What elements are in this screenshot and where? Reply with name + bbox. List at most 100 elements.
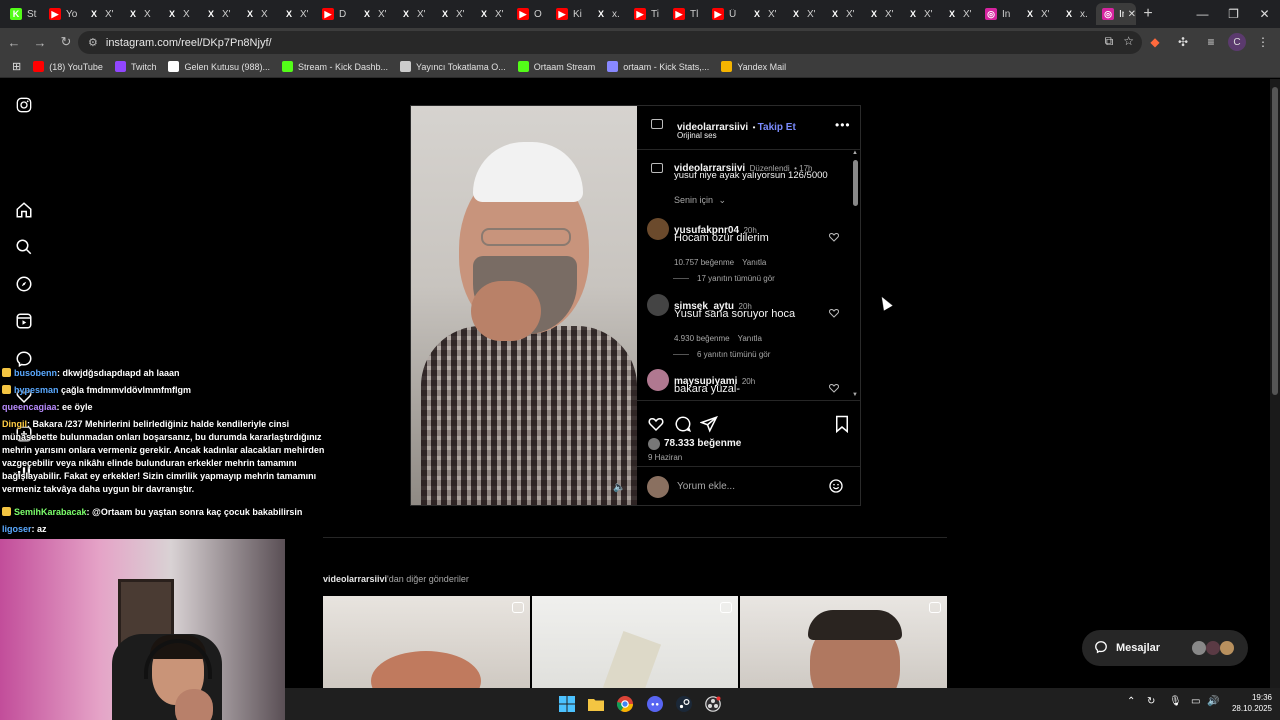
home-icon[interactable] — [14, 200, 34, 220]
chat-username[interactable]: Dingil — [2, 419, 27, 429]
instagram-logo-icon[interactable] — [14, 95, 34, 115]
comment-sort-dropdown[interactable]: Senin için ⌄ — [674, 195, 726, 206]
browser-tab[interactable]: X X' — [355, 3, 393, 25]
reply-button[interactable]: Yanıtla — [742, 258, 766, 267]
chat-username[interactable]: hypesman — [14, 385, 59, 395]
more-options-icon[interactable]: ••• — [835, 118, 851, 132]
browser-tab[interactable]: ▶ O — [511, 3, 549, 25]
browser-tab[interactable]: ▶ Ti — [628, 3, 666, 25]
grid-post-1[interactable] — [323, 596, 530, 688]
obs-icon[interactable] — [704, 695, 722, 713]
mute-speaker-icon[interactable]: 🔈 — [613, 482, 625, 493]
audio-label[interactable]: Orijinal ses — [677, 131, 717, 140]
grid-post-2[interactable] — [531, 596, 739, 688]
tray-network-icon[interactable]: ▭ — [1191, 696, 1200, 707]
chat-username[interactable]: ligoser — [2, 524, 32, 534]
browser-tab[interactable]: X X' — [394, 3, 432, 25]
site-info-icon[interactable]: ⚙ — [88, 36, 98, 49]
scroll-up-icon[interactable]: ▲ — [852, 150, 858, 156]
view-replies-button[interactable]: 17 yanıtın tümünü gör — [673, 274, 775, 283]
bookmark-item[interactable]: Twitch — [114, 61, 156, 72]
save-bookmark-icon[interactable] — [834, 415, 850, 438]
menu-kebab-icon[interactable]: ⋮ — [1252, 31, 1274, 53]
bookmark-item[interactable]: Stream - Kick Dashb... — [282, 61, 388, 72]
reload-icon[interactable]: ↻ — [54, 30, 78, 54]
explore-compass-icon[interactable] — [14, 274, 34, 294]
forward-arrow-icon[interactable]: → — [28, 30, 52, 54]
apps-grid-icon[interactable]: ⊞ — [12, 60, 21, 73]
total-likes[interactable]: 78.333 beğenme — [664, 438, 741, 449]
browser-tab[interactable]: ▶ Ü — [706, 3, 744, 25]
bookmark-item[interactable]: ortaam - Kick Stats,... — [607, 61, 709, 72]
browser-tab[interactable]: X X' — [823, 3, 861, 25]
browser-tab[interactable]: ▶ Yo — [43, 3, 81, 25]
comment-likes[interactable]: 4.930 beğenme — [674, 334, 730, 343]
scroll-down-icon[interactable]: ▼ — [852, 392, 858, 398]
chrome-icon[interactable] — [616, 695, 634, 713]
comment-bubble-icon[interactable] — [674, 415, 692, 438]
comment-avatar[interactable] — [647, 218, 669, 240]
back-arrow-icon[interactable]: ← — [2, 30, 26, 54]
close-tab-icon[interactable]: ✕ — [1128, 9, 1136, 20]
bookmark-item[interactable]: (18) YouTube — [33, 61, 103, 72]
comment-like-heart-icon[interactable] — [828, 306, 842, 320]
grid-post-3[interactable] — [740, 596, 948, 688]
browser-tab[interactable]: X X' — [277, 3, 315, 25]
discord-icon[interactable] — [646, 695, 664, 713]
tab-instagram-active[interactable]: ◎ In ✕ — [1096, 3, 1136, 25]
scroll-thumb[interactable] — [853, 160, 858, 206]
comment-like-heart-icon[interactable] — [828, 381, 842, 395]
emoji-icon[interactable] — [828, 478, 844, 499]
browser-tab[interactable]: X X' — [901, 3, 939, 25]
browser-tab[interactable]: X X' — [862, 3, 900, 25]
media-controls-icon[interactable]: ≡ — [1200, 31, 1222, 53]
file-explorer-icon[interactable] — [587, 695, 605, 713]
tray-microphone-icon[interactable]: 🎙 — [1169, 696, 1182, 707]
tray-volume-icon[interactable]: 🔊 — [1207, 696, 1219, 707]
extensions-puzzle-icon[interactable]: ✣ — [1172, 31, 1194, 53]
view-replies-button[interactable]: 6 yanıtın tümünü gör — [673, 350, 770, 359]
browser-tab[interactable]: Xx. — [1057, 3, 1095, 25]
browser-tab[interactable]: X X' — [1018, 3, 1056, 25]
chat-username[interactable]: queencagiaa — [2, 402, 57, 412]
page-scroll-thumb[interactable] — [1272, 87, 1278, 395]
tray-sync-icon[interactable]: ↻ — [1147, 696, 1155, 707]
comment-likes[interactable]: 10.757 beğenme — [674, 258, 734, 267]
bookmark-star-icon[interactable]: ☆ — [1123, 34, 1134, 49]
restore-icon[interactable]: ❐ — [1218, 0, 1249, 28]
chat-username[interactable]: busobenn — [14, 368, 57, 378]
browser-tab[interactable]: X X' — [472, 3, 510, 25]
minimize-icon[interactable]: — — [1187, 0, 1218, 28]
system-clock[interactable]: 19:36 28.10.2025 — [1232, 692, 1272, 714]
comments-scrollbar[interactable]: ▲ ▼ — [852, 150, 860, 400]
browser-tab[interactable]: X X' — [745, 3, 783, 25]
address-bar[interactable]: ⚙ instagram.com/reel/DKp7Pn8Njyf/ ⧉ ☆ — [78, 31, 1142, 54]
browser-tab[interactable]: ▶ D — [316, 3, 354, 25]
browser-tab[interactable]: X X' — [784, 3, 822, 25]
browser-tab[interactable]: X X' — [199, 3, 237, 25]
bookmark-item[interactable]: Ortaam Stream — [517, 61, 595, 72]
reel-video[interactable]: 🔈 — [411, 106, 637, 505]
more-posts-username[interactable]: videolarrarsiivi — [323, 574, 387, 584]
browser-tab[interactable]: XX — [160, 3, 198, 25]
browser-tab[interactable]: K St — [4, 3, 42, 25]
browser-tab[interactable]: Xx. — [589, 3, 627, 25]
comment-like-heart-icon[interactable] — [828, 230, 842, 244]
new-tab-button[interactable]: + — [1137, 5, 1159, 23]
browser-tab[interactable]: X X' — [940, 3, 978, 25]
share-send-icon[interactable] — [699, 415, 718, 438]
comment-avatar[interactable] — [647, 369, 669, 391]
browser-tab[interactable]: ▶ Tl — [667, 3, 705, 25]
browser-tab[interactable]: ◎ In — [979, 3, 1017, 25]
steam-icon[interactable] — [675, 695, 693, 713]
follow-button[interactable]: Takip Et — [758, 122, 796, 133]
reels-icon[interactable] — [14, 311, 34, 331]
comment-avatar[interactable] — [647, 294, 669, 316]
add-comment-input[interactable]: Yorum ekle... — [677, 481, 735, 492]
chat-username[interactable]: SemihKarabacak — [14, 507, 87, 517]
browser-tab[interactable]: X X' — [82, 3, 120, 25]
browser-tab[interactable]: XX — [121, 3, 159, 25]
extension-icon[interactable]: ◆ — [1144, 31, 1166, 53]
bookmark-item[interactable]: Yayıncı Tokatlama O... — [400, 61, 506, 72]
bookmark-item[interactable]: Yandex Mail — [721, 61, 786, 72]
